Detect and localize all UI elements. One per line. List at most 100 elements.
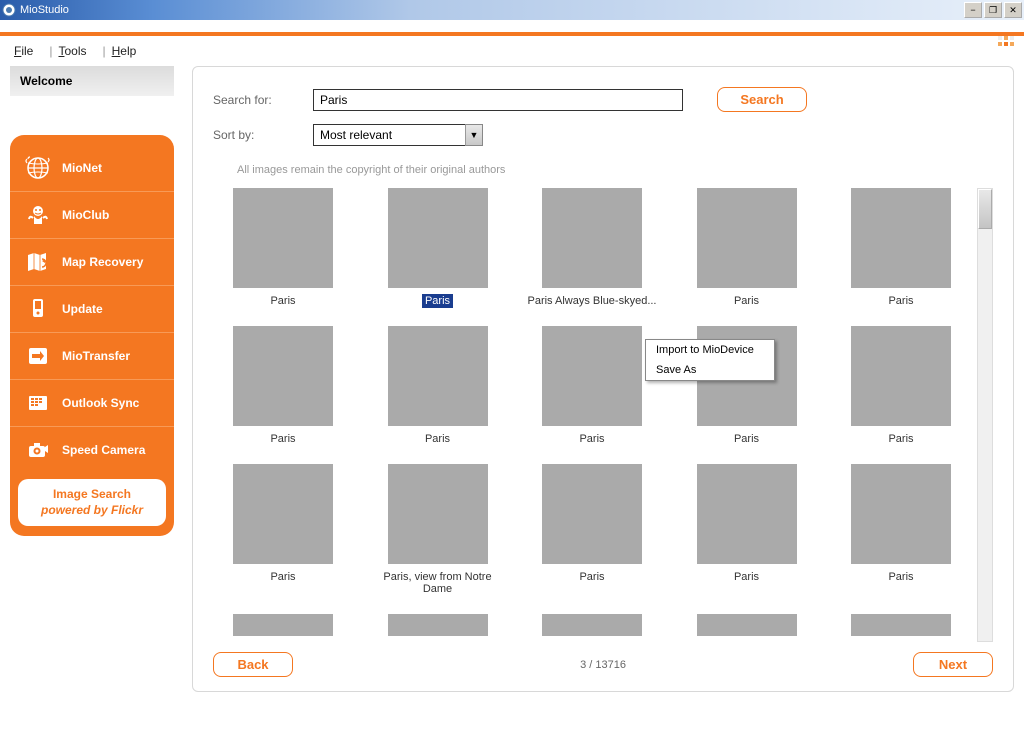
thumbnail[interactable] xyxy=(522,614,662,642)
thumbnail-caption: Paris, view from Notre Dame xyxy=(368,570,508,596)
context-menu-import[interactable]: Import to MioDevice xyxy=(646,340,774,360)
thumbnail[interactable]: Paris xyxy=(368,326,508,446)
thumbnail[interactable]: Paris xyxy=(368,188,508,308)
thumbnail-caption: Paris xyxy=(422,294,453,308)
thumbnail-image xyxy=(388,614,488,636)
thumbnail[interactable]: Paris xyxy=(213,188,353,308)
globe-icon xyxy=(24,155,52,181)
thumbnail-caption: Paris xyxy=(422,432,453,446)
thumbnail-image xyxy=(851,464,951,564)
thumbnail[interactable]: Paris xyxy=(831,188,971,308)
thumbnail-image xyxy=(542,188,642,288)
sidebar-active-subtitle: powered by Flickr xyxy=(24,503,160,519)
search-input[interactable] xyxy=(313,89,683,111)
thumbnail-image xyxy=(388,188,488,288)
thumbnail-image xyxy=(697,464,797,564)
sidebar-item-label: MioClub xyxy=(62,208,109,222)
copyright-notice: All images remain the copyright of their… xyxy=(237,164,993,176)
thumbnail-image xyxy=(697,188,797,288)
welcome-tab[interactable]: Welcome xyxy=(10,66,174,97)
page-indicator: 3 / 13716 xyxy=(580,659,626,671)
content-panel: Search for: Search Sort by: ▼ All images… xyxy=(192,66,1014,692)
thumbnail-caption: Paris xyxy=(576,432,607,446)
scrollbar[interactable] xyxy=(977,188,993,642)
sidebar-item-outlooksync[interactable]: Outlook Sync xyxy=(10,379,174,426)
thumbnail[interactable]: Paris xyxy=(831,464,971,596)
thumbnail[interactable] xyxy=(368,614,508,642)
thumbnail[interactable] xyxy=(831,614,971,642)
menu-bar: File | Tools | Help xyxy=(0,36,1024,66)
next-button[interactable]: Next xyxy=(913,652,993,677)
search-label: Search for: xyxy=(213,93,313,107)
sidebar-item-mioclub[interactable]: MioClub xyxy=(10,191,174,238)
sidebar-item-speedcamera[interactable]: Speed Camera xyxy=(10,426,174,473)
thumbnail[interactable]: Paris xyxy=(831,326,971,446)
sort-select[interactable] xyxy=(313,124,483,146)
thumbnail-caption: Paris xyxy=(576,570,607,584)
sidebar-item-update[interactable]: Update xyxy=(10,285,174,332)
thumbnail[interactable]: Paris xyxy=(213,326,353,446)
window-title: MioStudio xyxy=(20,4,69,16)
maximize-button[interactable]: ❐ xyxy=(984,2,1002,18)
person-icon xyxy=(24,202,52,228)
menu-tools[interactable]: Tools xyxy=(58,44,86,58)
thumbnail[interactable] xyxy=(213,614,353,642)
thumbnail[interactable]: Paris xyxy=(213,464,353,596)
thumbnail-caption: Paris xyxy=(731,570,762,584)
thumbnail-caption: Paris xyxy=(267,294,298,308)
device-icon xyxy=(24,296,52,322)
thumbnail-image xyxy=(233,188,333,288)
thumbnail-caption: Paris xyxy=(267,570,298,584)
thumbnail-image xyxy=(851,326,951,426)
transfer-icon xyxy=(24,343,52,369)
thumbnail-image xyxy=(233,464,333,564)
thumbnail-image xyxy=(542,614,642,636)
sidebar-active-title: Image Search xyxy=(24,487,160,503)
thumbnail[interactable]: Paris xyxy=(522,326,662,446)
camera-icon xyxy=(24,437,52,463)
thumbnail-image xyxy=(388,326,488,426)
thumbnail-caption: Paris xyxy=(885,570,916,584)
back-button[interactable]: Back xyxy=(213,652,293,677)
thumbnail-caption: Paris xyxy=(267,432,298,446)
thumbnail[interactable]: Paris xyxy=(677,188,817,308)
minimize-button[interactable]: − xyxy=(964,2,982,18)
thumbnail-caption: Paris xyxy=(885,294,916,308)
sidebar-item-label: Map Recovery xyxy=(62,255,143,269)
scrollbar-thumb[interactable] xyxy=(978,189,992,229)
thumbnail-caption: Paris xyxy=(731,294,762,308)
thumbnail-image xyxy=(542,464,642,564)
thumbnail-image xyxy=(233,326,333,426)
sidebar-item-imagesearch[interactable]: Image Search powered by Flickr xyxy=(18,479,166,526)
sidebar-item-label: Outlook Sync xyxy=(62,396,139,410)
thumbnail-caption: Paris xyxy=(885,432,916,446)
app-icon xyxy=(2,3,16,17)
sidebar-item-label: MioNet xyxy=(62,161,102,175)
sidebar-item-maprecovery[interactable]: Map Recovery xyxy=(10,238,174,285)
sort-label: Sort by: xyxy=(213,128,313,142)
search-button[interactable]: Search xyxy=(717,87,807,112)
gallery: Paris Paris Paris Always Blue-skyed... P… xyxy=(213,188,971,642)
context-menu-save[interactable]: Save As xyxy=(646,360,774,380)
sidebar-item-miotransfer[interactable]: MioTransfer xyxy=(10,332,174,379)
sidebar-item-mionet[interactable]: MioNet xyxy=(10,145,174,191)
thumbnail-image xyxy=(851,614,951,636)
menu-file[interactable]: File xyxy=(14,44,33,58)
thumbnail-image xyxy=(388,464,488,564)
thumbnail[interactable] xyxy=(677,614,817,642)
map-icon xyxy=(24,249,52,275)
context-menu: Import to MioDevice Save As xyxy=(645,339,775,381)
title-bar: MioStudio − ❐ ✕ xyxy=(0,0,1024,20)
thumbnail[interactable]: Paris Always Blue-skyed... xyxy=(522,188,662,308)
thumbnail[interactable]: Paris xyxy=(522,464,662,596)
sidebar-item-label: Update xyxy=(62,302,103,316)
menu-help[interactable]: Help xyxy=(112,44,137,58)
sidebar-item-label: MioTransfer xyxy=(62,349,130,363)
sync-icon xyxy=(24,390,52,416)
thumbnail-image xyxy=(851,188,951,288)
thumbnail-caption: Paris xyxy=(731,432,762,446)
thumbnail[interactable]: Paris, view from Notre Dame xyxy=(368,464,508,596)
close-button[interactable]: ✕ xyxy=(1004,2,1022,18)
thumbnail[interactable]: Paris xyxy=(677,464,817,596)
thumbnail-image xyxy=(697,614,797,636)
